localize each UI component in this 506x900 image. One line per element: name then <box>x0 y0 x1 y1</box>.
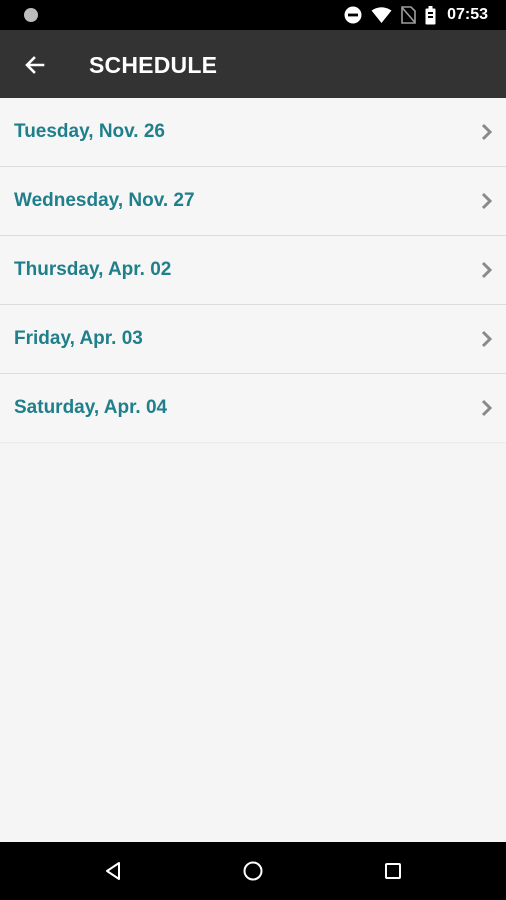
chevron-right-icon <box>481 261 493 279</box>
chevron-right-icon <box>481 399 493 417</box>
arrow-left-icon <box>25 56 45 74</box>
notification-dot-icon <box>24 8 38 22</box>
chevron-right-icon <box>481 192 493 210</box>
day-row-saturday[interactable]: Saturday, Apr. 04 <box>0 374 506 442</box>
system-nav-bar <box>0 842 506 900</box>
do-not-disturb-icon <box>344 6 362 24</box>
status-icons: 07:53 <box>344 0 488 30</box>
day-row-wednesday[interactable]: Wednesday, Nov. 27 <box>0 167 506 236</box>
day-row-tuesday[interactable]: Tuesday, Nov. 26 <box>0 98 506 167</box>
nav-back-button[interactable] <box>102 859 126 883</box>
chevron-right-icon <box>481 330 493 348</box>
day-label: Saturday, Apr. 04 <box>14 397 168 418</box>
no-sim-icon <box>401 6 416 24</box>
home-circle-icon <box>243 861 263 881</box>
recents-square-icon <box>385 863 401 879</box>
day-label: Tuesday, Nov. 26 <box>14 121 165 142</box>
nav-home-button[interactable] <box>241 859 265 883</box>
status-bar: 07:53 <box>0 0 506 30</box>
day-label: Thursday, Apr. 02 <box>14 259 172 280</box>
back-triangle-icon <box>106 862 120 880</box>
page-title: SCHEDULE <box>89 52 218 78</box>
app-bar: SCHEDULE <box>0 30 506 98</box>
chevron-right-icon <box>481 123 493 141</box>
schedule-day-list: Tuesday, Nov. 26 Wednesday, Nov. 27 Thur… <box>0 98 506 442</box>
day-row-thursday[interactable]: Thursday, Apr. 02 <box>0 236 506 305</box>
day-label: Wednesday, Nov. 27 <box>14 190 195 211</box>
battery-icon <box>425 5 436 24</box>
status-time: 07:53 <box>447 6 488 23</box>
back-button[interactable] <box>18 48 52 82</box>
day-label: Friday, Apr. 03 <box>14 328 143 349</box>
day-row-friday[interactable]: Friday, Apr. 03 <box>0 305 506 374</box>
wifi-icon <box>371 6 392 23</box>
nav-recents-button[interactable] <box>381 859 405 883</box>
